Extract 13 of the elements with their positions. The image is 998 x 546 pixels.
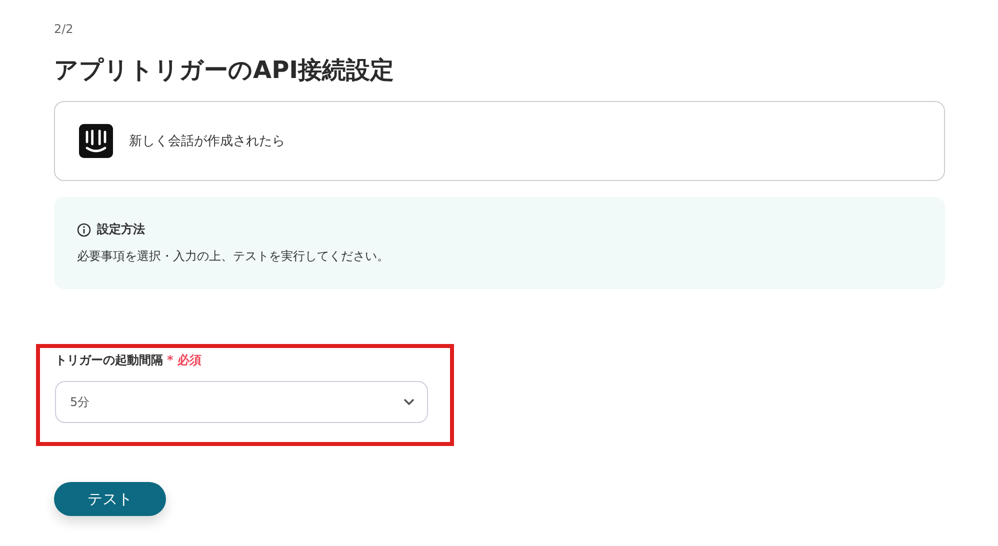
required-label: 必須 — [177, 352, 202, 368]
interval-select[interactable]: 5分 — [55, 381, 428, 423]
info-heading: 設定方法 — [97, 221, 145, 238]
info-icon — [77, 222, 91, 236]
field-label: トリガーの起動間隔 — [55, 352, 163, 368]
step-counter: 2/2 — [54, 22, 74, 38]
chevron-down-icon — [403, 398, 415, 406]
trigger-name: 新しく会話が作成されたら — [129, 133, 285, 150]
info-text: 必要事項を選択・入力の上、テストを実行してください。 — [77, 248, 390, 265]
test-button[interactable]: テスト — [54, 482, 166, 516]
required-mark: * — [167, 353, 174, 367]
page-title: アプリトリガーのAPI接続設定 — [54, 55, 396, 86]
app-logo-icon — [79, 124, 113, 158]
